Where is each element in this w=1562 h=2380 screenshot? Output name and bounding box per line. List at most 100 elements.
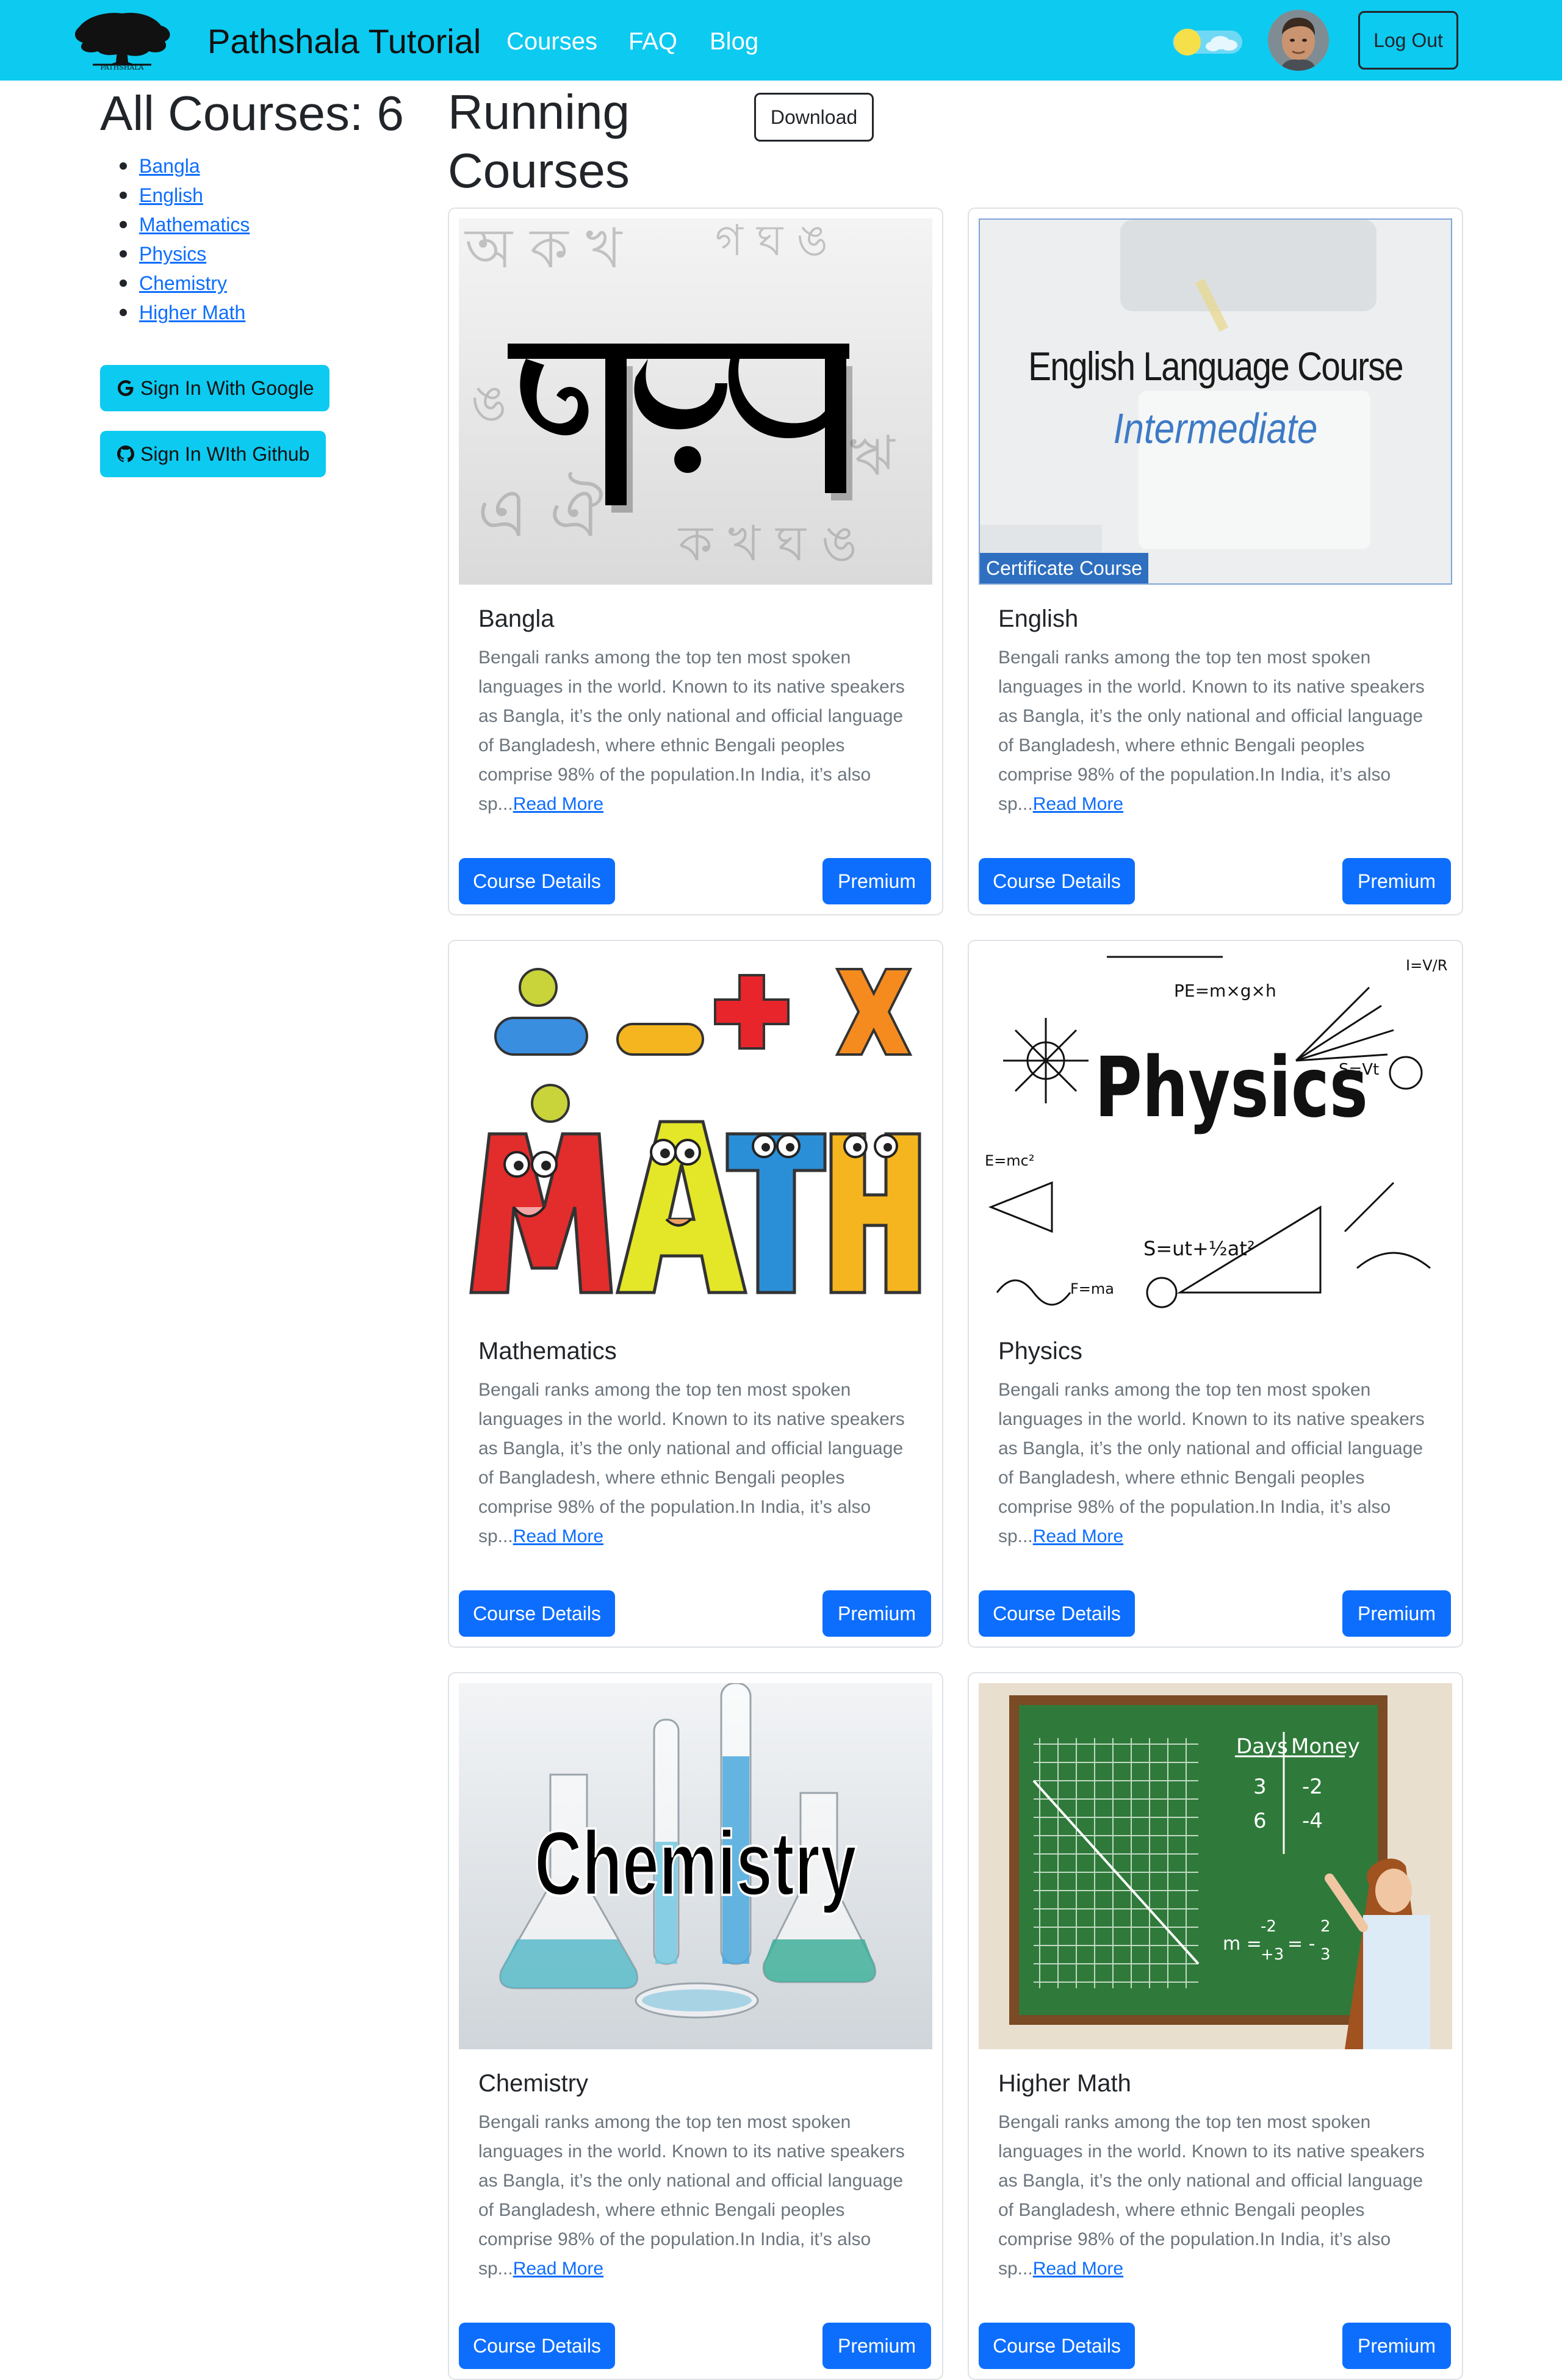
card-image-chemistry: Chemistry (459, 1683, 932, 2049)
physics-banner-title: Physics (1095, 1040, 1368, 1136)
read-more-link-mathematics[interactable]: Read More (513, 1526, 603, 1546)
physics-formula-4: E=mc² (985, 1152, 1035, 1169)
card-title-mathematics: Mathematics (478, 1338, 617, 1365)
user-avatar[interactable] (1268, 10, 1329, 71)
card-description-text: Bengali ranks among the top ten most spo… (478, 2112, 905, 2279)
svg-text:অ ক খ: অ ক খ (464, 218, 623, 281)
physics-formula-3: I=V/R (1406, 957, 1448, 974)
sign-in-google-button[interactable]: Sign In With Google (100, 365, 329, 411)
nav-link-blog[interactable]: Blog (710, 27, 758, 56)
physics-formula-2: S=ut+½at² (1143, 1237, 1255, 1260)
logo-caption: PATHSHALA (100, 63, 144, 71)
card-description-higher-math: Bengali ranks among the top ten most spo… (998, 2108, 1425, 2284)
github-icon (117, 445, 134, 463)
card-description-text: Bengali ranks among the top ten most spo… (998, 1380, 1425, 1546)
premium-button-mathematics[interactable]: Premium (822, 1590, 931, 1637)
premium-button-higher-math[interactable]: Premium (1342, 2323, 1451, 2369)
read-more-link-bangla[interactable]: Read More (513, 794, 603, 814)
premium-button-bangla[interactable]: Premium (822, 858, 931, 904)
course-details-button-higher-math[interactable]: Course Details (979, 2323, 1135, 2369)
card-image-higher-math: Days Money 3 -2 6 -4 m = -2 +3 = - 2 3 (979, 1683, 1452, 2049)
card-title-higher-math: Higher Math (998, 2070, 1131, 2097)
nav-link-faq[interactable]: FAQ (628, 27, 677, 56)
read-more-link-higher-math[interactable]: Read More (1033, 2259, 1123, 2279)
chemistry-banner-title: Chemistry (533, 1811, 857, 1916)
read-more-link-chemistry[interactable]: Read More (513, 2259, 603, 2279)
course-card-physics: Physics PE=m×g×h S=ut+½at² I=V/R E=mc² F… (968, 940, 1463, 1648)
course-link-list: Bangla English Mathematics Physics Chemi… (119, 151, 250, 327)
premium-button-english[interactable]: Premium (1342, 858, 1451, 904)
course-details-button-mathematics[interactable]: Course Details (459, 1590, 615, 1637)
board-formula-eq: = - (1287, 1933, 1315, 1955)
physics-formula-5: F=ma (1070, 1280, 1114, 1297)
board-formula-num: -2 (1261, 1917, 1276, 1936)
svg-text:ঋ: ঋ (849, 424, 896, 488)
math-characters-icon (459, 951, 932, 1317)
card-title-bangla: Bangla (478, 605, 555, 632)
card-image-bangla: অ ক খ গ ঘ ঙ এ ঐ ক খ ঘ ঙ ঙ ঋ (459, 218, 932, 585)
premium-button-physics[interactable]: Premium (1342, 1590, 1451, 1637)
running-courses-heading: Running Courses (448, 83, 668, 200)
board-header-days: Days (1236, 1734, 1288, 1759)
sun-cloud-icon (1173, 29, 1242, 56)
running-courses-title: Running Courses (448, 85, 630, 198)
course-details-button-physics[interactable]: Course Details (979, 1590, 1135, 1637)
svg-text:ক খ ঘ ঙ: ক খ ঘ ঙ (677, 515, 857, 572)
card-description-bangla: Bengali ranks among the top ten most spo… (478, 643, 905, 819)
english-banner-subtitle: Intermediate (1113, 405, 1318, 452)
course-card-mathematics: Mathematics Bengali ranks among the top … (448, 940, 943, 1648)
github-button-label: Sign In WIth Github (140, 443, 310, 465)
course-details-button-chemistry[interactable]: Course Details (459, 2323, 615, 2369)
read-more-link-english[interactable]: Read More (1033, 794, 1123, 814)
course-link-mathematics[interactable]: Mathematics (119, 210, 250, 239)
course-link-english[interactable]: English (119, 181, 250, 210)
board-formula-num2: 2 (1320, 1917, 1331, 1936)
course-link-physics[interactable]: Physics (119, 239, 250, 269)
chalkboard-teacher-icon (979, 1683, 1452, 2049)
bangla-banner-icon: অ ক খ গ ঘ ঙ এ ঐ ক খ ঘ ঙ ঙ ঋ (459, 218, 932, 585)
card-image-mathematics (459, 951, 932, 1317)
card-title-english: English (998, 605, 1079, 632)
physics-formula-1: PE=m×g×h (1174, 981, 1276, 1001)
card-description-english: Bengali ranks among the top ten most spo… (998, 643, 1425, 819)
brand-title[interactable]: Pathshala Tutorial (207, 22, 481, 61)
card-title-physics: Physics (998, 1338, 1082, 1365)
course-link-bangla[interactable]: Bangla (119, 151, 250, 181)
course-card-chemistry: Chemistry Chemistry Bengali ranks among … (448, 1672, 943, 2380)
board-row1-money: -2 (1302, 1775, 1323, 1799)
card-description-mathematics: Bengali ranks among the top ten most spo… (478, 1376, 905, 1551)
physics-formula-6: S=Vt (1339, 1061, 1380, 1079)
premium-button-chemistry[interactable]: Premium (822, 2323, 931, 2369)
pathshala-logo[interactable]: PATHSHALA (68, 6, 176, 73)
certificate-badge: Certificate Course (980, 553, 1149, 583)
english-course-banner-icon (980, 220, 1451, 583)
course-card-higher-math: Days Money 3 -2 6 -4 m = -2 +3 = - 2 3 H… (968, 1672, 1463, 2380)
card-title-chemistry: Chemistry (478, 2070, 589, 2097)
course-details-button-bangla[interactable]: Course Details (459, 858, 615, 904)
board-row2-money: -4 (1302, 1809, 1323, 1833)
course-card-bangla: অ ক খ গ ঘ ঙ এ ঐ ক খ ঘ ঙ ঙ ঋ Bangla Benga… (448, 207, 943, 915)
card-description-chemistry: Bengali ranks among the top ten most spo… (478, 2108, 905, 2284)
card-description-text: Bengali ranks among the top ten most spo… (998, 2112, 1425, 2279)
board-header-money: Money (1291, 1734, 1360, 1759)
card-description-physics: Bengali ranks among the top ten most spo… (998, 1376, 1425, 1551)
read-more-link-physics[interactable]: Read More (1033, 1526, 1123, 1546)
board-row2-days: 6 (1253, 1809, 1267, 1833)
board-formula-den: +3 (1261, 1945, 1284, 1964)
google-button-label: Sign In With Google (140, 377, 314, 399)
download-button[interactable]: Download (754, 93, 874, 142)
board-row1-days: 3 (1253, 1775, 1267, 1799)
card-description-text: Bengali ranks among the top ten most spo… (998, 647, 1425, 814)
card-description-text: Bengali ranks among the top ten most spo… (478, 647, 905, 814)
course-link-higher-math[interactable]: Higher Math (119, 298, 250, 327)
sign-in-github-button[interactable]: Sign In WIth Github (100, 431, 326, 477)
nav-link-courses[interactable]: Courses (506, 27, 597, 56)
logout-button[interactable]: Log Out (1358, 11, 1458, 70)
google-icon (118, 380, 134, 396)
theme-toggle[interactable] (1172, 27, 1243, 56)
user-photo-icon (1268, 10, 1329, 71)
english-banner-title: English Language Course (1028, 344, 1403, 389)
course-details-button-english[interactable]: Course Details (979, 858, 1135, 904)
course-link-chemistry[interactable]: Chemistry (119, 269, 250, 298)
board-formula-m: m = (1223, 1933, 1262, 1955)
